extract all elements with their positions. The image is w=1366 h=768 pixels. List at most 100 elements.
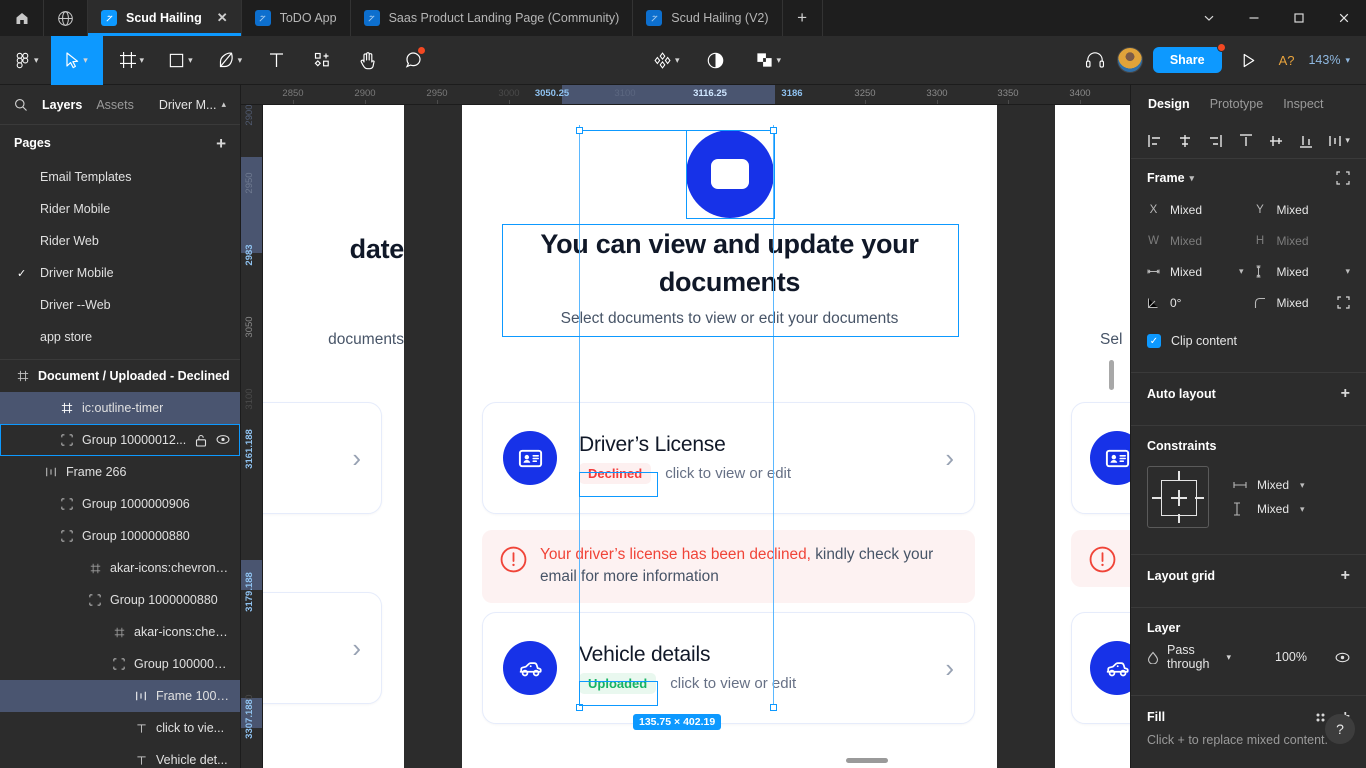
unlock-icon[interactable] [195, 434, 207, 447]
page-item-driver-web[interactable]: Driver --Web [0, 289, 240, 321]
prop-x[interactable]: X Mixed [1147, 194, 1244, 225]
layer-row-ic-outline-timer[interactable]: ic:outline-timer [0, 392, 240, 424]
add-layout-grid-button[interactable]: + [1341, 568, 1350, 584]
tab-scud-hailing-v2[interactable]: Scud Hailing (V2) [633, 0, 783, 36]
layer-row-click-to-view[interactable]: click to vie... [0, 712, 240, 744]
search-icon[interactable] [14, 98, 28, 112]
constraint-horizontal[interactable]: Mixed ▾ [1233, 478, 1305, 492]
vertical-ruler[interactable]: 2900 2950 2983 3050 3100 3161.188 3179.1… [241, 105, 263, 768]
prop-resize-horizontal[interactable]: Mixed ▾ [1147, 256, 1244, 287]
constraint-vertical[interactable]: Mixed ▾ [1233, 502, 1305, 516]
shape-tool[interactable]: ▾ [160, 36, 201, 85]
components-tool[interactable] [305, 36, 339, 85]
align-right-icon[interactable] [1207, 133, 1223, 149]
chevron-right-icon[interactable]: › [945, 445, 954, 471]
blend-mode-value[interactable]: Pass through [1167, 643, 1218, 671]
constraints-widget[interactable] [1147, 466, 1209, 528]
prop-corner-radius[interactable]: Mixed [1254, 287, 1351, 318]
layer-row-akar-icons-chevron[interactable]: akar-icons:chev... [0, 616, 240, 648]
plugins-tool[interactable]: ▾ [645, 36, 688, 85]
canvas-frame-right[interactable]: Sel [1055, 105, 1130, 768]
collapse-icon[interactable] [1336, 171, 1350, 185]
app-logo[interactable] [686, 130, 774, 218]
text-tool[interactable] [260, 36, 293, 85]
right-frame-card-1[interactable] [1071, 402, 1130, 514]
horizontal-ruler[interactable]: 2850 2900 2950 3000 3050.25 3100 3116.25… [241, 85, 1130, 105]
right-frame-card-2[interactable] [1071, 612, 1130, 724]
page-item-rider-web[interactable]: Rider Web [0, 225, 240, 257]
distribute-menu-icon[interactable]: ▾ [1328, 133, 1350, 149]
canvas-frame-main[interactable]: You can view and update your documents S… [462, 105, 997, 768]
tab-todo-app[interactable]: ToDO App [242, 0, 351, 36]
pen-tool[interactable]: ▾ [209, 36, 251, 85]
layer-row-group-1000000880-b[interactable]: Group 1000000880 [0, 584, 240, 616]
add-auto-layout-button[interactable]: + [1341, 386, 1350, 402]
annotation-button[interactable]: A? [1269, 53, 1305, 68]
prop-resize-vertical[interactable]: Mixed ▾ [1254, 256, 1350, 287]
page-item-app-store[interactable]: app store [0, 321, 240, 353]
page-selector[interactable]: Driver M... ▴ [159, 98, 226, 112]
layer-row-group-1000000906[interactable]: Group 1000000906 [0, 488, 240, 520]
share-button[interactable]: Share [1152, 43, 1226, 73]
align-vertical-center-icon[interactable] [1268, 133, 1284, 149]
chevron-right-icon[interactable]: › [945, 655, 954, 681]
canvas-frame-left[interactable]: date documents › › [263, 105, 404, 768]
horizontal-scrollbar[interactable] [846, 758, 888, 763]
clip-content-checkbox[interactable]: ✓ [1147, 334, 1161, 348]
audio-icon[interactable] [1077, 36, 1113, 85]
layer-row-akar-icons-chevron-left[interactable]: akar-icons:chevron-L... [0, 552, 240, 584]
globe-icon[interactable] [44, 0, 88, 36]
add-page-button[interactable]: + [216, 135, 226, 152]
move-tool[interactable]: ▾ [50, 35, 103, 85]
layer-row-group-1000000880[interactable]: Group 1000000880 [0, 520, 240, 552]
variables-tool[interactable]: ▾ [747, 36, 790, 85]
layer-row-frame-266[interactable]: Frame 266 [0, 456, 240, 488]
theme-toggle-icon[interactable] [698, 36, 733, 85]
tab-scud-hailing[interactable]: Scud Hailing ✕ [88, 0, 242, 36]
page-item-driver-mobile[interactable]: ✓ Driver Mobile [0, 257, 240, 289]
minimize-icon[interactable] [1231, 0, 1276, 36]
new-tab-button[interactable]: + [783, 0, 823, 36]
zoom-level-selector[interactable]: 143% ▾ [1308, 53, 1358, 67]
eye-icon[interactable] [216, 434, 230, 447]
figma-canvas[interactable]: date documents › › You can view and upda… [263, 105, 1130, 768]
maximize-icon[interactable] [1276, 0, 1321, 36]
layer-row-group-1000001[interactable]: Group 1000001... [0, 648, 240, 680]
layer-row-document-uploaded-declined[interactable]: Document / Uploaded - Declined [0, 360, 240, 392]
close-icon[interactable]: ✕ [217, 10, 228, 26]
page-item-email-templates[interactable]: Email Templates [0, 161, 240, 193]
home-icon[interactable] [0, 0, 44, 36]
frame-tool[interactable]: ▾ [111, 36, 153, 85]
tab-assets[interactable]: Assets [96, 98, 134, 112]
align-top-icon[interactable] [1238, 133, 1254, 149]
tab-saas-product-landing-page[interactable]: Saas Product Landing Page (Community) [351, 0, 634, 36]
left-frame-card-2[interactable]: › [263, 592, 382, 704]
prop-w[interactable]: W Mixed [1147, 225, 1244, 256]
canvas-vertical-scrollbar[interactable] [1109, 360, 1114, 390]
chevron-down-icon[interactable]: ▾ [1190, 173, 1195, 184]
prop-rotation[interactable]: 0° [1147, 287, 1244, 318]
align-left-icon[interactable] [1147, 133, 1163, 149]
layer-row-frame-1000[interactable]: Frame 1000... [0, 680, 240, 712]
document-card-drivers-license[interactable]: Driver’s License Declined click to view … [482, 402, 975, 514]
tab-inspect[interactable]: Inspect [1283, 97, 1323, 111]
help-button[interactable]: ? [1325, 714, 1355, 744]
avatar[interactable] [1116, 47, 1143, 73]
align-horizontal-center-icon[interactable] [1177, 133, 1193, 149]
left-frame-card-1[interactable]: › [263, 402, 382, 514]
hand-tool[interactable] [351, 36, 385, 85]
figma-menu-button[interactable]: ▾ [6, 36, 47, 85]
tab-prototype[interactable]: Prototype [1210, 97, 1264, 111]
independent-corners-icon[interactable] [1337, 296, 1350, 309]
present-play-icon[interactable] [1232, 36, 1265, 85]
tab-layers[interactable]: Layers [42, 98, 82, 112]
prop-h[interactable]: H Mixed [1254, 225, 1351, 256]
tab-design[interactable]: Design [1148, 97, 1190, 111]
layer-row-group-10000012[interactable]: Group 10000012... [0, 424, 240, 456]
fill-styles-icon[interactable] [1314, 711, 1327, 724]
eye-icon[interactable] [1335, 652, 1350, 663]
document-card-vehicle-details[interactable]: Vehicle details Uploaded click to view o… [482, 612, 975, 724]
opacity-value[interactable]: 100% [1275, 650, 1307, 664]
layer-row-vehicle-details[interactable]: Vehicle det... [0, 744, 240, 768]
page-item-rider-mobile[interactable]: Rider Mobile [0, 193, 240, 225]
